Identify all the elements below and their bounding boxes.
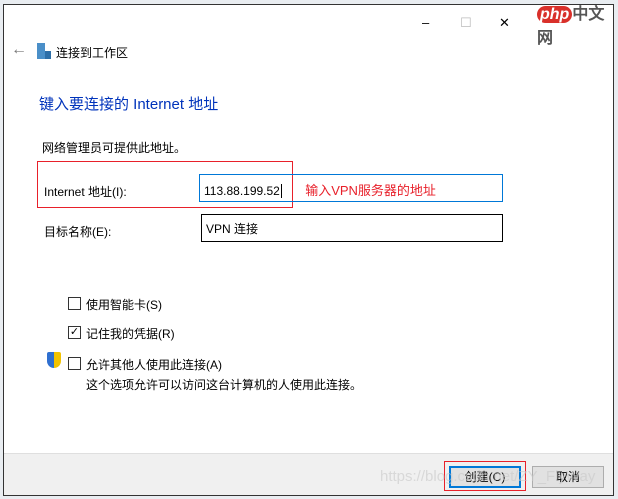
address-label: Internet 地址(I): (44, 185, 127, 199)
maximize-button[interactable]: ☐ (460, 15, 472, 31)
allow-others-note: 这个选项允许可以访问这台计算机的人使用此连接。 (86, 378, 363, 392)
name-input[interactable]: VPN 连接 (201, 214, 503, 242)
allow-others-checkbox[interactable] (68, 357, 81, 370)
uac-shield-icon (47, 352, 61, 368)
description-text: 网络管理员可提供此地址。 (42, 141, 187, 155)
name-value: VPN 连接 (206, 222, 259, 236)
site-logo: php 中文网 (537, 6, 605, 47)
dialog-window: – ☐ ✕ ← 连接到工作区 键入要连接的 Internet 地址 网络管理员可… (3, 4, 614, 496)
window-title: 连接到工作区 (56, 46, 129, 60)
smartcard-checkbox[interactable] (68, 297, 81, 310)
smartcard-label: 使用智能卡(S) (86, 298, 162, 312)
back-button[interactable]: ← (11, 41, 27, 59)
page-heading: 键入要连接的 Internet 地址 (39, 96, 219, 113)
allow-others-label: 允许其他人使用此连接(A) (86, 358, 222, 372)
remember-label: 记住我的凭据(R) (86, 327, 175, 341)
close-button[interactable]: ✕ (499, 15, 510, 31)
watermark: https://blog.csdn.net/ZY_FlyWay (380, 468, 596, 485)
address-value: 113.88.199.52 (204, 184, 282, 198)
dialog-footer: 创建(C) 取消 https://blog.csdn.net/ZY_FlyWay (4, 453, 613, 495)
address-annotation: 输入VPN服务器的地址 (305, 183, 436, 198)
remember-checkbox[interactable]: ✓ (68, 326, 81, 339)
minimize-button[interactable]: – (422, 15, 429, 30)
address-input[interactable]: 113.88.199.52 输入VPN服务器的地址 (199, 174, 503, 202)
workplace-icon (37, 43, 51, 59)
name-label: 目标名称(E): (44, 225, 112, 239)
